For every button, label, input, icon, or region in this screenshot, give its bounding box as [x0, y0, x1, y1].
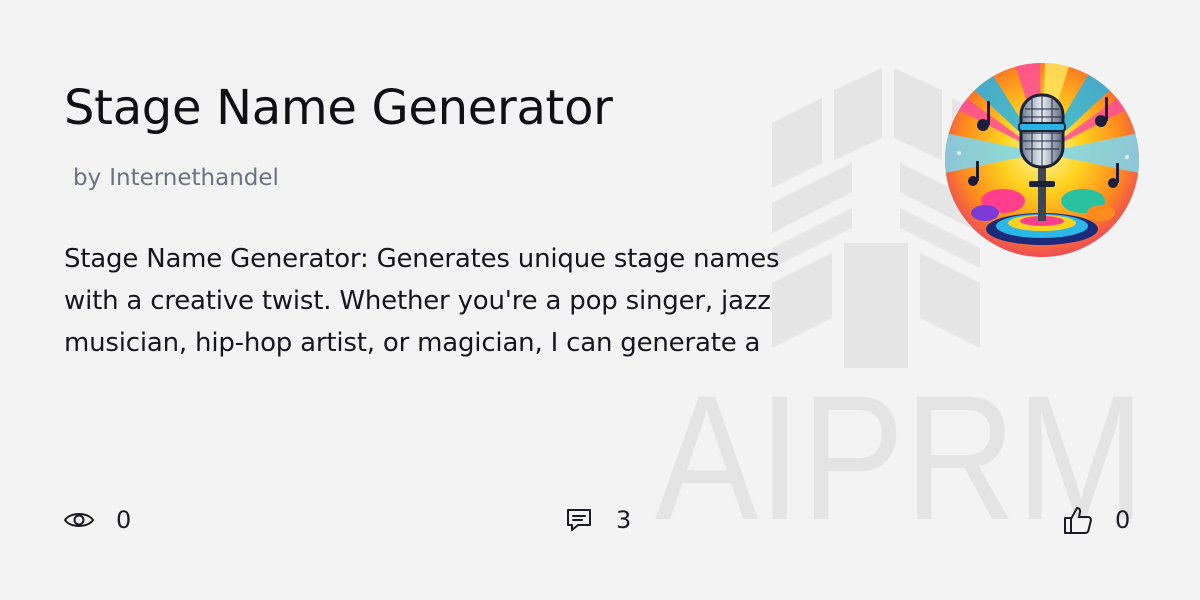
microphone-illustration [945, 63, 1139, 257]
description-line: Stage Name Generator: Generates unique s… [64, 244, 780, 274]
description-line: with a creative twist. Whether you're a … [64, 286, 771, 316]
likes-count: 0 [1115, 506, 1131, 534]
description: Stage Name Generator: Generates unique s… [64, 238, 864, 364]
views-stat: 0 [62, 500, 131, 540]
eye-icon [62, 503, 96, 537]
page-title: Stage Name Generator [64, 80, 613, 136]
views-count: 0 [116, 506, 132, 534]
description-line: musician, hip-hop artist, or magician, I… [64, 328, 761, 358]
comments-count: 3 [616, 506, 632, 534]
author-link[interactable]: Internethandel [109, 165, 279, 191]
author-line: by Internethandel [73, 163, 279, 193]
comment-icon [562, 503, 596, 537]
thumbs-up-icon[interactable] [1061, 503, 1095, 537]
author-prefix: by [73, 165, 102, 191]
comments-stat: 3 [562, 500, 631, 540]
likes-stat[interactable]: 0 [1061, 500, 1130, 540]
avatar [945, 63, 1139, 257]
